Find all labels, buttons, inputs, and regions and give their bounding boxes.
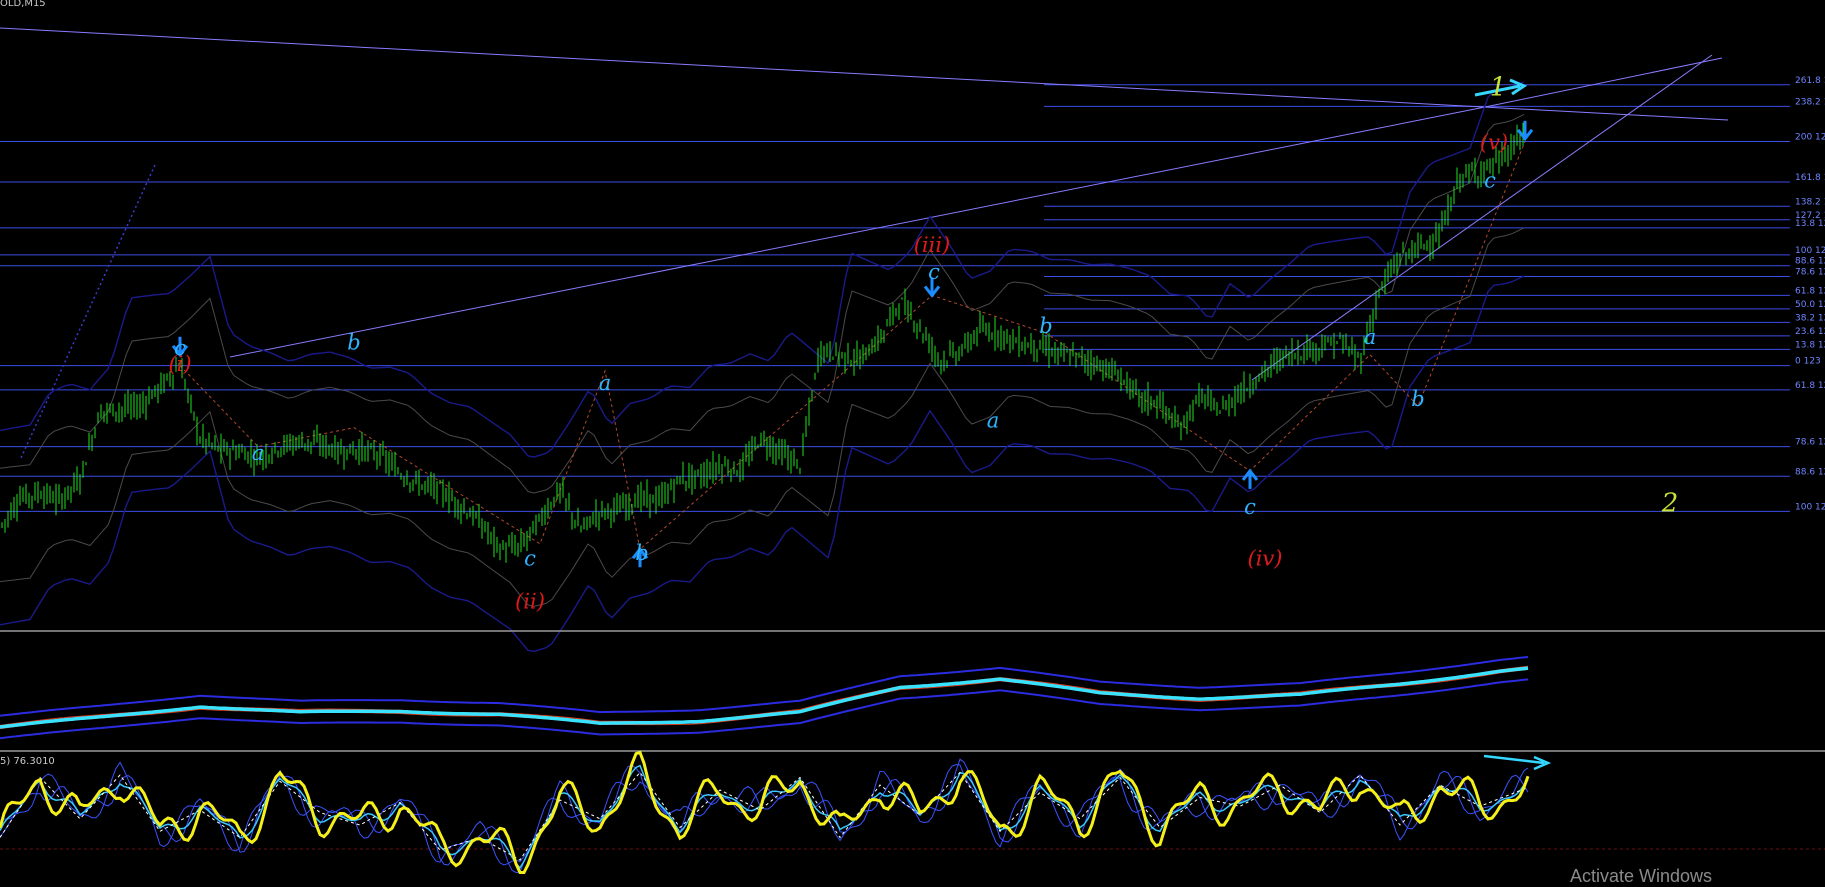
- wave-label: (iv): [1248, 546, 1283, 570]
- fib-level-label: 261.8 125: [1795, 76, 1825, 86]
- wave-label: c: [928, 260, 940, 284]
- wave-label: b: [1039, 314, 1052, 338]
- fib-level-label: 88.6 123: [1795, 257, 1825, 267]
- oscillator-label: 5) 76.3010: [0, 756, 55, 767]
- chart-canvas: 261.8 125238.2 125200 125161.8 124138.2 …: [0, 0, 1825, 886]
- wave-label: b: [347, 330, 360, 354]
- wave-label: a: [1364, 325, 1377, 349]
- fib-level-label: 78.6 123: [1795, 268, 1825, 278]
- fib-level-label: 100 121: [1795, 502, 1825, 512]
- activate-windows-watermark: Activate Windows: [1570, 866, 1713, 886]
- fib-level-label: 38.2 123: [1795, 313, 1825, 323]
- fib-level-label: 100 124: [1795, 246, 1825, 256]
- wave-label: a: [987, 409, 1000, 433]
- wave-label: (v): [1480, 131, 1508, 155]
- fib-level-label: 161.8 124: [1795, 173, 1825, 183]
- fib-level-label: 200 125: [1795, 133, 1825, 143]
- wave-label: b: [1411, 387, 1424, 411]
- fib-level-label: 13.8 123: [1795, 340, 1825, 350]
- fib-level-label: 61.8 123: [1795, 381, 1825, 391]
- fib-level-label: 0 123: [1795, 357, 1821, 367]
- fib-level-label: 88.6 121: [1795, 467, 1825, 477]
- wave-label: a: [252, 441, 265, 465]
- fib-level-label: 78.6 122: [1795, 438, 1825, 448]
- fib-level-label: 61.8 123: [1795, 286, 1825, 296]
- fib-level-label: 50.0 123: [1795, 300, 1825, 310]
- fib-level-label: 23.6 123: [1795, 327, 1825, 337]
- wave-label: c: [524, 546, 536, 570]
- wave-label: c: [1244, 495, 1256, 519]
- wave-label: 1: [1490, 73, 1507, 103]
- wave-label: 2: [1661, 488, 1679, 518]
- fib-level-label: 238.2 125: [1795, 97, 1825, 107]
- symbol-label: OLD,M15: [0, 0, 46, 9]
- fib-level-label: 138.2 124: [1795, 197, 1825, 207]
- wave-label: b: [635, 541, 648, 565]
- wave-label: a: [599, 371, 612, 395]
- wave-label: c: [1484, 168, 1496, 192]
- wave-label: c: [174, 336, 186, 360]
- wave-label: (iii): [914, 233, 951, 257]
- wave-label: (ii): [515, 590, 545, 614]
- fib-level-label: 13.8 124: [1795, 219, 1825, 229]
